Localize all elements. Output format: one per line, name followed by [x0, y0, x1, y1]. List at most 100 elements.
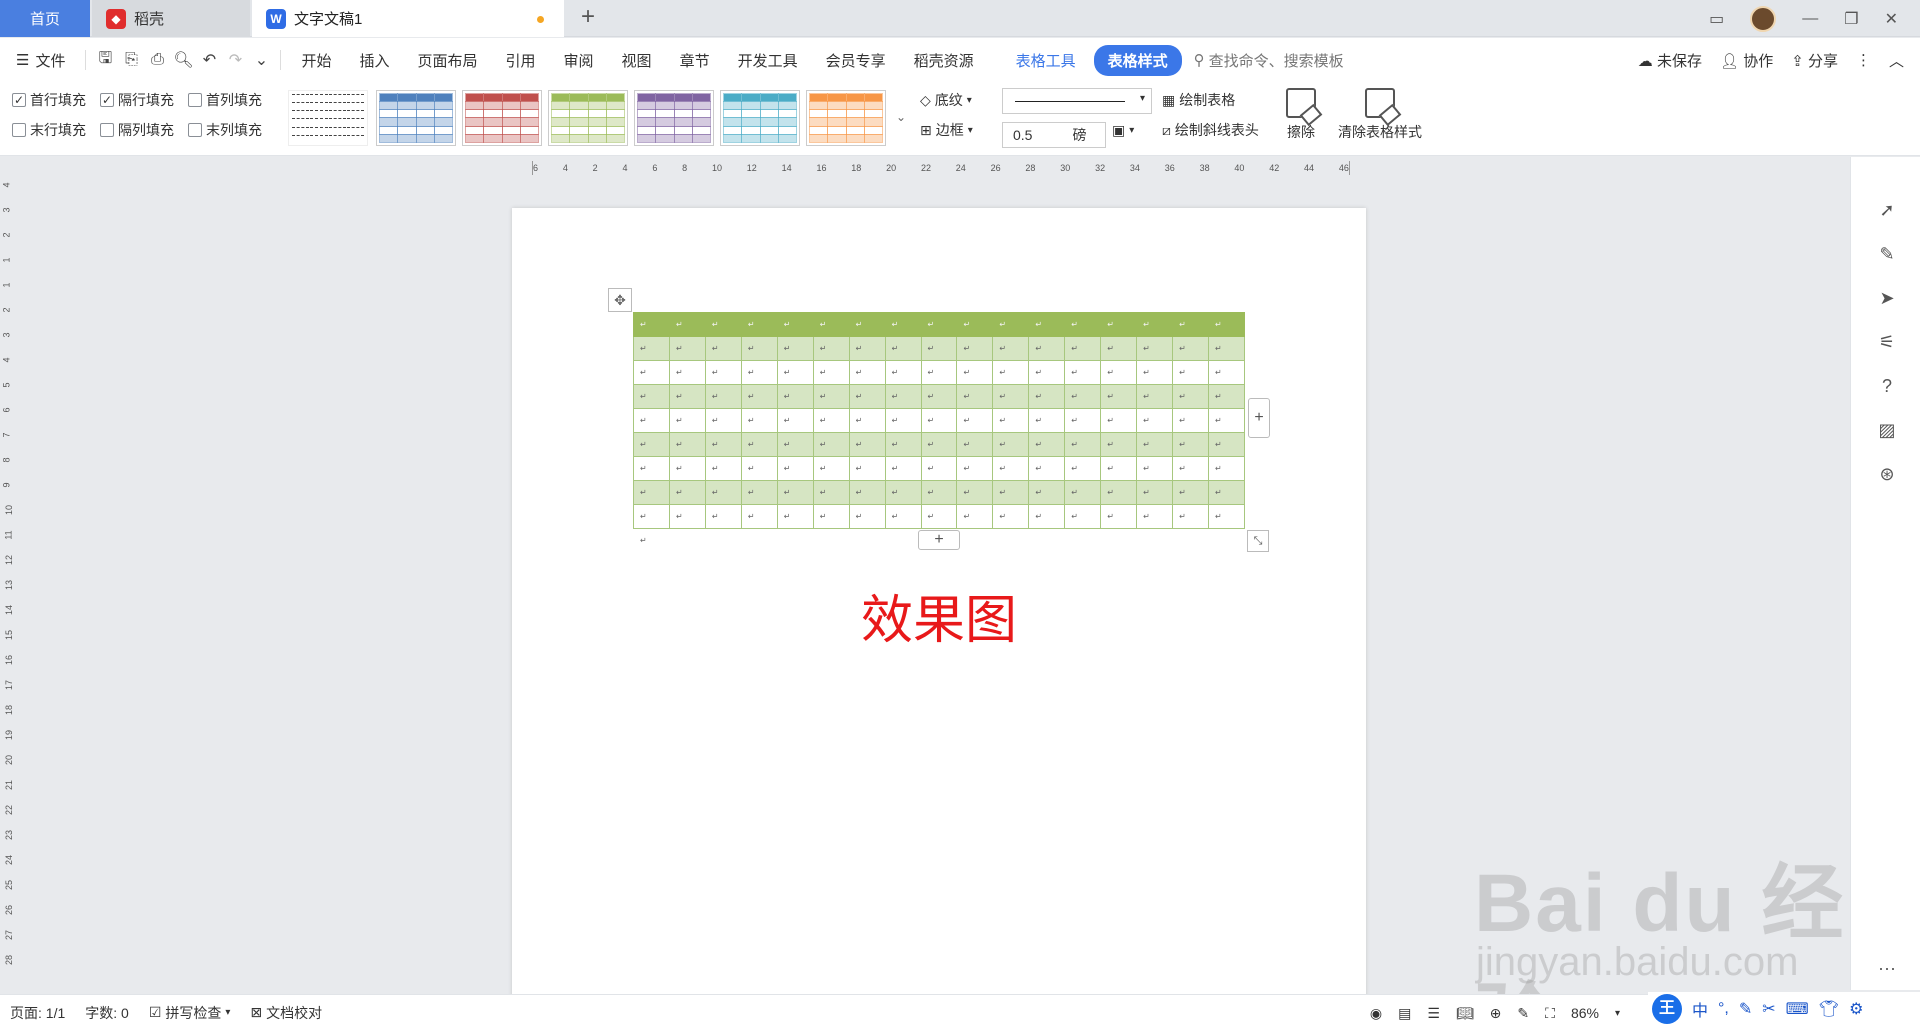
erase-button[interactable]: 擦除 — [1286, 88, 1316, 142]
menu-insert[interactable]: 插入 — [345, 50, 403, 71]
table-cell[interactable]: ↵ — [884, 432, 922, 457]
table-cell[interactable]: ↵ — [704, 432, 742, 457]
redo-icon[interactable]: ↷ — [222, 50, 248, 70]
menu-references[interactable]: 引用 — [492, 50, 550, 71]
table-row[interactable]: ↵ ↵ ↵ ↵ ↵ ↵ ↵ ↵ ↵ ↵ ↵ ↵ ↵ ↵ ↵ ↵ ↵ — [633, 504, 1245, 529]
table-cell[interactable]: ↵ — [1100, 312, 1138, 337]
table-cell[interactable]: ↵ — [812, 312, 850, 337]
table-cell[interactable]: ↵ — [884, 360, 922, 385]
table-cell[interactable]: ↵ — [668, 384, 706, 409]
restore-icon[interactable]: ❐ — [1844, 9, 1858, 29]
clear-table-style-button[interactable]: 清除表格样式 — [1338, 88, 1422, 142]
table-cell[interactable]: ↵ — [956, 384, 994, 409]
print-preview-icon[interactable]: 🔍︎ — [170, 50, 196, 70]
collab-button[interactable]: 👤︎ 协作 — [1720, 50, 1773, 71]
checkbox-first-row-box[interactable]: ✓ — [12, 93, 26, 107]
more-icon[interactable]: ⋮ — [1856, 51, 1871, 69]
export-pdf-icon[interactable]: ⎘ — [118, 51, 144, 69]
table-style-blue[interactable] — [376, 90, 456, 146]
table-style-cyan[interactable] — [720, 90, 800, 146]
table-cell[interactable]: ↵ — [1028, 456, 1066, 481]
table-row[interactable]: ↵ ↵ ↵ ↵ ↵ ↵ ↵ ↵ ↵ ↵ ↵ ↵ ↵ ↵ ↵ ↵ ↵ — [633, 336, 1245, 361]
table-cell[interactable]: ↵ — [992, 312, 1030, 337]
table-cell[interactable]: ↵ — [992, 480, 1030, 505]
cursor-icon[interactable]: ➤ — [1876, 287, 1898, 309]
document-table[interactable]: ↵ ↵ ↵ ↵ ↵ ↵ ↵ ↵ ↵ ↵ ↵ ↵ ↵ ↵ ↵ ↵ ↵ ↵ ↵ ↵ ↵ ↵ ↵ ↵ ↵ ↵ ↵ ↵ ↵ ↵ ↵ ↵ ↵ ↵ ↵ ↵ ↵ ↵ ↵ ↵… — [633, 312, 1245, 529]
table-cell[interactable]: ↵ — [1100, 456, 1138, 481]
checkbox-banded-columns-box[interactable] — [100, 123, 114, 137]
table-cell[interactable]: ↵ — [1028, 504, 1066, 529]
table-cell[interactable]: ↵ — [920, 312, 958, 337]
table-cell[interactable]: ↵ — [668, 312, 706, 337]
table-cell[interactable]: ↵ — [1208, 360, 1245, 385]
table-cell[interactable]: ↵ — [633, 456, 670, 481]
help-icon[interactable]: ? — [1876, 375, 1898, 397]
table-cell[interactable]: ↵ — [1064, 336, 1102, 361]
table-cell[interactable]: ↵ — [776, 408, 814, 433]
table-cell[interactable]: ↵ — [740, 456, 778, 481]
table-cell[interactable]: ↵ — [884, 336, 922, 361]
table-cell[interactable]: ↵ — [740, 432, 778, 457]
table-cell[interactable]: ↵ — [992, 408, 1030, 433]
ime-keyboard-icon[interactable]: ⌨ — [1786, 999, 1809, 1019]
table-row[interactable]: ↵ ↵ ↵ ↵ ↵ ↵ ↵ ↵ ↵ ↵ ↵ ↵ ↵ ↵ ↵ ↵ ↵ — [633, 432, 1245, 457]
table-resize-icon[interactable]: ⤡ — [1247, 530, 1269, 552]
draw-table-button[interactable]: ▦ 绘制表格 — [1162, 90, 1235, 110]
table-cell[interactable]: ↵ — [1064, 384, 1102, 409]
table-cell[interactable]: ↵ — [920, 408, 958, 433]
table-cell[interactable]: ↵ — [992, 456, 1030, 481]
table-cell[interactable]: ↵ — [956, 312, 994, 337]
table-cell[interactable]: ↵ — [704, 312, 742, 337]
table-cell[interactable]: ↵ — [740, 336, 778, 361]
table-cell[interactable]: ↵ — [1064, 456, 1102, 481]
table-cell[interactable]: ↵ — [1208, 408, 1245, 433]
table-cell[interactable]: ↵ — [1136, 360, 1174, 385]
quick-access-dropdown-icon[interactable]: ⌄ — [248, 50, 274, 70]
table-cell[interactable]: ↵ — [848, 432, 886, 457]
ime-punct-icon[interactable]: °, — [1718, 1000, 1729, 1018]
ime-shirt-icon[interactable]: 👕︎ — [1819, 999, 1839, 1019]
file-menu[interactable]: ☰ 文件 — [0, 50, 79, 71]
draw-diagonal-button[interactable]: ⧄ 绘制斜线表头 — [1162, 120, 1259, 140]
table-cell[interactable]: ↵ — [1208, 504, 1245, 529]
table-cell[interactable]: ↵ — [704, 336, 742, 361]
word-count[interactable]: 字数: 0 — [75, 1003, 139, 1023]
table-cell[interactable]: ↵ — [1028, 432, 1066, 457]
table-cell[interactable]: ↵ — [704, 456, 742, 481]
table-cell[interactable]: ↵ — [1064, 408, 1102, 433]
table-cell[interactable]: ↵ — [992, 504, 1030, 529]
table-style-red[interactable] — [462, 90, 542, 146]
checkbox-banded-rows[interactable]: ✓ 隔行填充 — [100, 90, 174, 110]
line-style-select[interactable]: ▾ — [1002, 88, 1152, 114]
table-cell[interactable]: ↵ — [740, 384, 778, 409]
shading-button[interactable]: ◇ 底纹 ▾ — [920, 90, 972, 110]
command-search[interactable]: ⚲ 查找命令、搜索模板 — [1194, 50, 1344, 71]
print-icon[interactable]: ⎙ — [144, 51, 170, 69]
table-cell[interactable]: ↵ — [668, 360, 706, 385]
table-cell[interactable]: ↵ — [740, 408, 778, 433]
table-move-handle-icon[interactable]: ✥ — [608, 288, 632, 312]
table-cell[interactable]: ↵ — [704, 360, 742, 385]
table-style-green[interactable] — [548, 90, 628, 146]
table-cell[interactable]: ↵ — [812, 336, 850, 361]
table-cell[interactable]: ↵ — [884, 408, 922, 433]
table-cell[interactable]: ↵ — [992, 432, 1030, 457]
table-cell[interactable]: ↵ — [1028, 480, 1066, 505]
outline-view-icon[interactable]: ☰ — [1427, 1005, 1440, 1022]
table-cell[interactable]: ↵ — [812, 432, 850, 457]
table-row[interactable]: ↵ ↵ ↵ ↵ ↵ ↵ ↵ ↵ ↵ ↵ ↵ ↵ ↵ ↵ ↵ ↵ ↵ — [633, 408, 1245, 433]
table-cell[interactable]: ↵ — [1064, 360, 1102, 385]
table-cell[interactable]: ↵ — [956, 480, 994, 505]
table-cell[interactable]: ↵ — [1028, 312, 1066, 337]
table-cell[interactable]: ↵ — [812, 408, 850, 433]
table-cell[interactable]: ↵ — [740, 480, 778, 505]
table-cell[interactable]: ↵ — [1064, 480, 1102, 505]
table-cell[interactable]: ↵ — [1064, 312, 1102, 337]
table-cell[interactable]: ↵ — [1172, 408, 1209, 433]
table-cell[interactable]: ↵ — [1136, 336, 1174, 361]
sliders-icon[interactable]: ⚟ — [1876, 331, 1898, 353]
write-view-icon[interactable]: ✎ — [1517, 1005, 1529, 1022]
window-layout-icon[interactable]: ▭ — [1709, 9, 1724, 29]
checkbox-first-column[interactable]: 首列填充 — [188, 90, 262, 110]
table-cell[interactable]: ↵ — [704, 408, 742, 433]
